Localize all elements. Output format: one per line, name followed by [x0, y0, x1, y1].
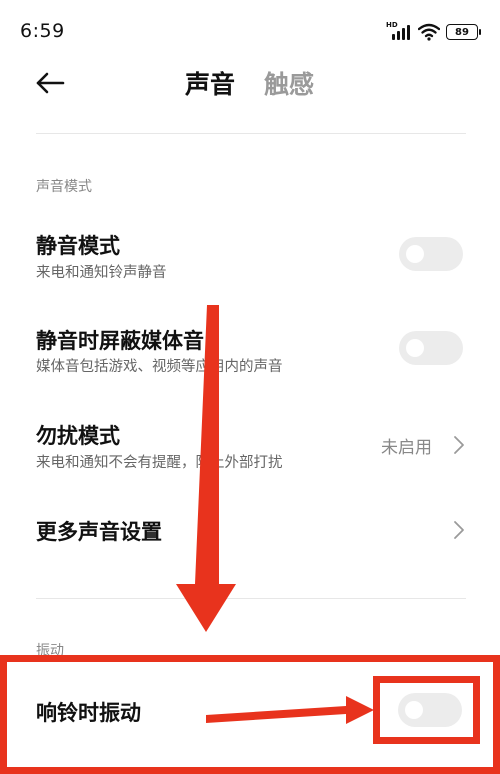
- setting-title: 更多声音设置: [36, 520, 162, 544]
- mute-media-toggle[interactable]: [399, 331, 463, 365]
- setting-silent-mode[interactable]: 静音模式 来电和通知铃声静音: [0, 220, 500, 294]
- setting-title: 静音时屏蔽媒体音: [36, 329, 204, 353]
- setting-subtitle: 来电和通知不会有提醒，防止外部打扰: [36, 455, 283, 471]
- divider: [36, 133, 466, 134]
- status-icons: HD 89: [386, 21, 481, 42]
- signal-icon: HD: [386, 21, 412, 41]
- back-arrow-icon[interactable]: [34, 67, 66, 99]
- tab-haptics[interactable]: 触感: [264, 65, 314, 101]
- dnd-status-value: 未启用: [381, 438, 432, 458]
- setting-subtitle: 媒体音包括游戏、视频等应用内的声音: [36, 359, 283, 375]
- tab-sound[interactable]: 声音: [185, 65, 235, 101]
- setting-subtitle: 来电和通知铃声静音: [36, 265, 167, 281]
- setting-do-not-disturb[interactable]: 勿扰模式 来电和通知不会有提醒，防止外部打扰 未启用: [0, 410, 500, 484]
- wifi-icon: [418, 23, 440, 41]
- section-title-sound-mode: 声音模式: [36, 179, 92, 195]
- network-label: HD: [386, 21, 398, 29]
- header: 声音 触感: [0, 55, 500, 110]
- status-time: 6:59: [20, 20, 65, 42]
- chevron-right-icon: [454, 521, 464, 539]
- annotation-toggle-box: [373, 676, 480, 744]
- status-bar: 6:59 HD 89: [0, 0, 500, 60]
- setting-title: 勿扰模式: [36, 424, 120, 448]
- setting-title: 静音模式: [36, 234, 120, 258]
- divider: [36, 598, 466, 599]
- silent-mode-toggle[interactable]: [399, 237, 463, 271]
- setting-more-sound[interactable]: 更多声音设置: [0, 505, 500, 561]
- chevron-right-icon: [454, 436, 464, 454]
- setting-mute-media[interactable]: 静音时屏蔽媒体音 媒体音包括游戏、视频等应用内的声音: [0, 315, 500, 389]
- battery-icon: 89: [446, 24, 481, 40]
- battery-level: 89: [455, 26, 469, 38]
